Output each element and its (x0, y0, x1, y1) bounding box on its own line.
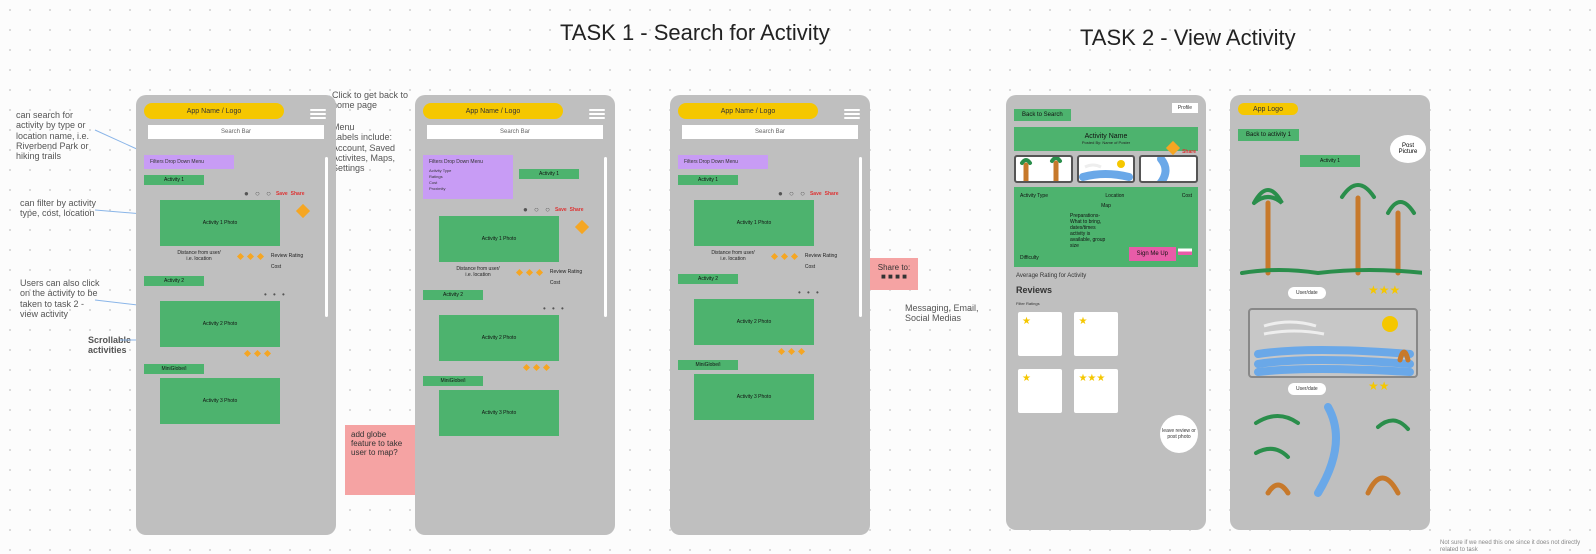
lbl-loc: Location (1105, 193, 1124, 199)
annot-sharevia: Messaging, Email, Social Medias (905, 303, 1005, 324)
phone-4-activity-detail: Back to Search Profile Activity Name Pos… (1006, 95, 1206, 530)
userdate-2: User/date (1288, 383, 1326, 395)
leave-review-bubble[interactable]: leave review or post photo (1160, 415, 1198, 453)
phone-5-photos: App Logo Back to activity 1 Post Picture… (1230, 95, 1430, 530)
activity-2-photo[interactable]: Activity 2 Photo (439, 315, 559, 361)
app-logo[interactable]: App Name / Logo (423, 103, 563, 119)
flag-icon (1178, 245, 1192, 255)
menu-icon[interactable] (589, 107, 605, 121)
filter-header: Filters Drop Down Menu (429, 159, 507, 165)
activity-1-photo[interactable]: Activity 1 Photo (160, 200, 280, 246)
prep-text: Preparations- What to bring, dates/times… (1070, 213, 1140, 249)
back-to-search[interactable]: Back to Search (1014, 109, 1071, 121)
phone-3: App Name / Logo Search Bar Filters Drop … (670, 95, 870, 535)
mini-globe[interactable]: MiniGlobe/i (678, 360, 738, 370)
review-card[interactable]: ★★★ (1074, 369, 1118, 413)
pin-icon (296, 204, 310, 218)
activity-1[interactable]: Activity 1 (144, 175, 204, 185)
activity-detail-panel: Activity Type Location Cost Map Preparatio… (1014, 187, 1198, 267)
cost-label: Cost (513, 280, 597, 286)
cost-label: Cost (768, 264, 852, 270)
back-to-activity[interactable]: Back to activity 1 (1238, 129, 1299, 141)
review-label: Review Rating (801, 253, 841, 259)
activity-1-photo[interactable]: Activity 1 Photo (694, 200, 814, 246)
menu-icon[interactable] (310, 107, 326, 121)
task1-title: TASK 1 - Search for Activity (560, 20, 830, 46)
dots-icon[interactable]: ● ○ ○ (244, 189, 273, 198)
thumb-2[interactable] (1077, 155, 1136, 183)
save-label[interactable]: Save (555, 207, 567, 213)
scrollbar[interactable] (859, 157, 862, 317)
stars-icon: ★★ (1368, 379, 1390, 393)
activity-3-photo[interactable]: Activity 3 Photo (439, 390, 559, 436)
save-label[interactable]: Save (276, 191, 288, 197)
pin-icon (575, 220, 589, 234)
avg-rating: Average Rating for Activity (1016, 273, 1196, 279)
filters-expanded[interactable]: Filters Drop Down Menu Activity Type Rat… (423, 155, 513, 199)
activity-2-photo[interactable]: Activity 2 Photo (160, 301, 280, 347)
reviews-header: Reviews (1016, 285, 1196, 295)
share-label[interactable]: Share (825, 191, 839, 197)
mini-globe[interactable]: MiniGlobe/i (423, 376, 483, 386)
share-label[interactable]: Share (570, 207, 584, 213)
lbl-type: Activity Type (1020, 193, 1048, 199)
activity-2[interactable]: Activity 2 (678, 274, 738, 284)
signup-button[interactable]: Sign Me Up (1129, 247, 1176, 261)
scrollbar[interactable] (604, 157, 607, 317)
userdate-1: User/date (1288, 287, 1326, 299)
pin-icon[interactable] (1166, 141, 1180, 155)
profile-button[interactable]: Profile (1172, 103, 1198, 113)
phone-2: App Name / Logo Search Bar Filters Drop … (415, 95, 615, 535)
activity-3-photo[interactable]: Activity 3 Photo (160, 378, 280, 424)
menu-icon[interactable] (844, 107, 860, 121)
phone-1: App Name / Logo Search Bar Filters Drop … (136, 95, 336, 535)
mini-globe[interactable]: MiniGlobe/i (144, 364, 204, 374)
sticky-shareto: Share to: ■ ■ ■ ■ (870, 258, 918, 290)
distance-label: Distance from user/ i.e. location (698, 250, 768, 262)
dots-icon[interactable]: ● ○ ○ (523, 205, 552, 214)
activity-chip[interactable]: Activity 1 (1300, 155, 1360, 167)
app-logo[interactable]: App Logo (1238, 103, 1298, 115)
scrollbar[interactable] (325, 157, 328, 317)
review-card[interactable]: ★ (1018, 312, 1062, 356)
activity-2[interactable]: Activity 2 (144, 276, 204, 286)
lbl-cost: Cost (1182, 193, 1192, 199)
review-card[interactable]: ★ (1074, 312, 1118, 356)
sticky-globe: add globe feature to take user to map? (345, 425, 415, 495)
filters-dropdown[interactable]: Filters Drop Down Menu (144, 155, 234, 169)
task2-title: TASK 2 - View Activity (1080, 25, 1296, 51)
search-input[interactable]: Search Bar (148, 125, 324, 139)
activity-1[interactable]: Activity 1 (519, 169, 579, 179)
distance-label: Distance from user/ i.e. location (164, 250, 234, 262)
filters-dropdown[interactable]: Filters Drop Down Menu (678, 155, 768, 169)
activity-3-photo[interactable]: Activity 3 Photo (694, 374, 814, 420)
dots-icon[interactable]: • • • (798, 288, 821, 297)
save-label[interactable]: Save (810, 191, 822, 197)
review-label: Review Rating (546, 269, 586, 275)
post-picture-button[interactable]: Post Picture (1390, 135, 1426, 163)
filter-opt[interactable]: Proximity (429, 186, 507, 192)
cost-label: Cost (234, 264, 318, 270)
thumb-1[interactable] (1014, 155, 1073, 183)
review-label: Review Rating (267, 253, 307, 259)
dots-icon[interactable]: • • • (543, 304, 566, 313)
filter-ratings[interactable]: Filter Ratings (1016, 301, 1196, 306)
annot-footer: Not sure if we need this one since it do… (1440, 540, 1596, 554)
app-logo[interactable]: App Name / Logo (678, 103, 818, 119)
share-label[interactable]: Share (291, 191, 305, 197)
activity-2-photo[interactable]: Activity 2 Photo (694, 299, 814, 345)
activity-1[interactable]: Activity 1 (678, 175, 738, 185)
lbl-map[interactable]: Map (1020, 203, 1192, 209)
thumb-3[interactable] (1139, 155, 1198, 183)
dots-icon[interactable]: • • • (264, 290, 287, 299)
search-input[interactable]: Search Bar (427, 125, 603, 139)
search-input[interactable]: Search Bar (682, 125, 858, 139)
activity-1-photo[interactable]: Activity 1 Photo (439, 216, 559, 262)
review-card[interactable]: ★ (1018, 369, 1062, 413)
dots-icon[interactable]: ● ○ ○ (778, 189, 807, 198)
activity-2[interactable]: Activity 2 (423, 290, 483, 300)
stars-icon: ★★★ (1368, 283, 1400, 297)
distance-label: Distance from user/ i.e. location (443, 266, 513, 278)
app-logo[interactable]: App Name / Logo (144, 103, 284, 119)
